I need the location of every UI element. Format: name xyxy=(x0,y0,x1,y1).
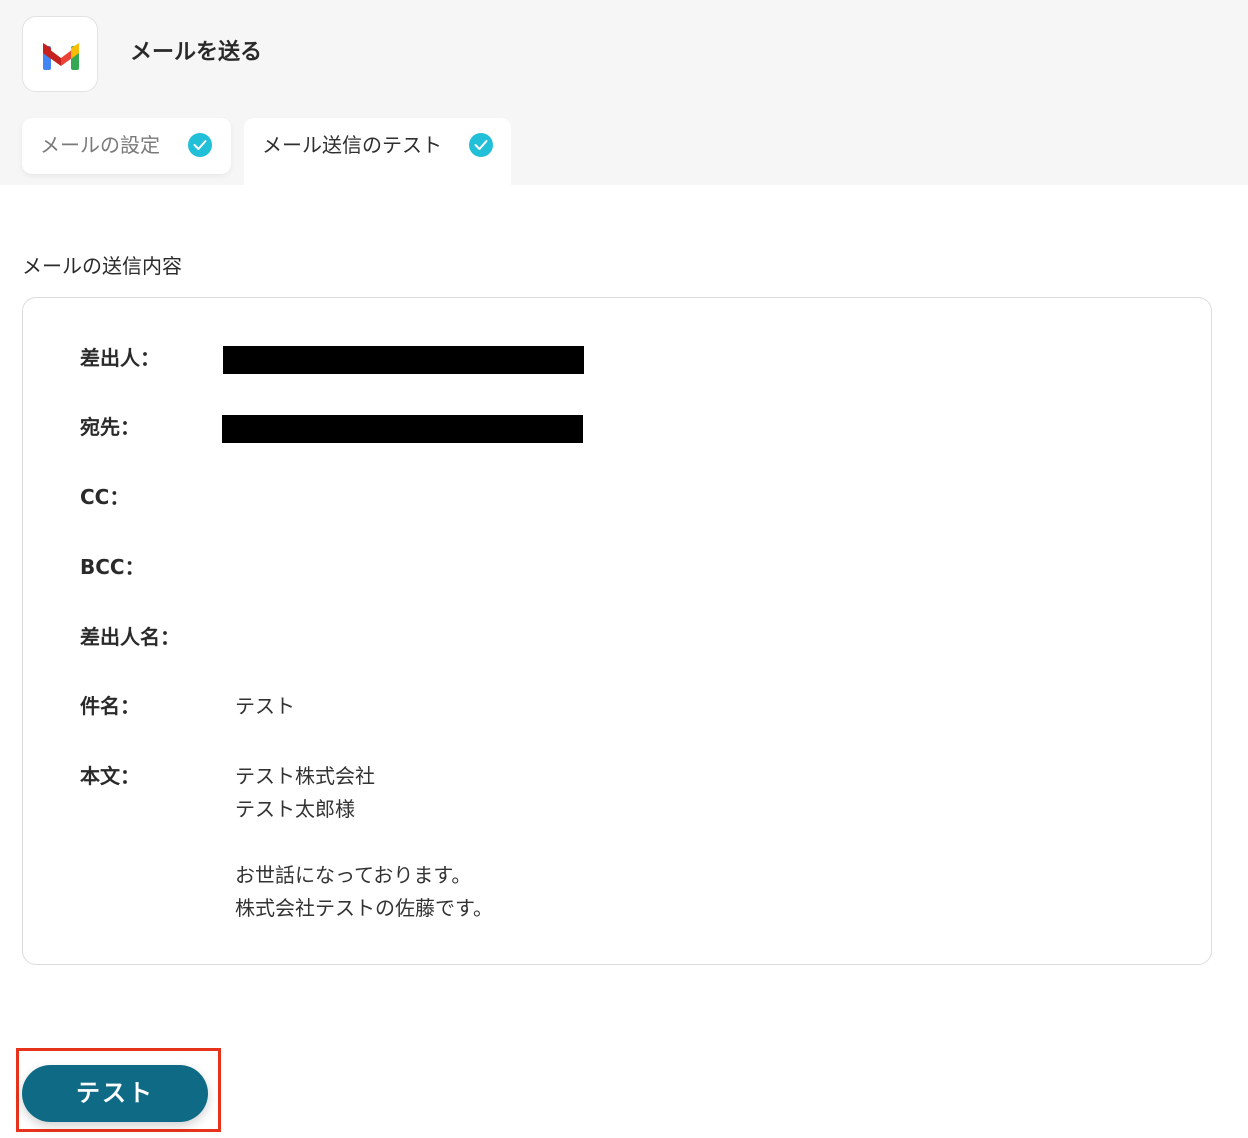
body-value: テスト株式会社 テスト太郎様 お世話になっております。 株式会社テストの佐藤です… xyxy=(235,764,493,920)
check-circle-icon xyxy=(469,133,493,157)
sender-name-label: 差出人名： xyxy=(80,625,180,649)
page-title: メールを送る xyxy=(130,40,263,65)
section-title: メールの送信内容 xyxy=(22,254,182,278)
mail-content-card: 差出人： 宛先： CC： BCC： 差出人名： 件名： テスト 本文： テスト株… xyxy=(22,297,1212,965)
to-redacted xyxy=(222,415,583,443)
header-area: メールを送る メールの設定 メール送信のテスト xyxy=(0,0,1248,185)
to-label: 宛先： xyxy=(80,415,140,439)
tab-mail-settings[interactable]: メールの設定 xyxy=(22,118,231,174)
cc-label: CC： xyxy=(80,485,130,509)
subject-label: 件名： xyxy=(80,694,140,718)
tab-mail-test[interactable]: メール送信のテスト xyxy=(244,118,511,185)
sender-redacted xyxy=(223,346,584,374)
check-circle-icon xyxy=(188,133,212,157)
subject-value: テスト xyxy=(235,694,295,718)
tab-label: メールの設定 xyxy=(40,133,160,157)
body-label: 本文： xyxy=(80,764,140,788)
bcc-label: BCC： xyxy=(80,555,145,579)
test-button[interactable]: テスト xyxy=(22,1065,208,1122)
gmail-icon xyxy=(22,16,98,92)
sender-label: 差出人： xyxy=(80,346,160,370)
tab-label: メール送信のテスト xyxy=(262,133,442,157)
